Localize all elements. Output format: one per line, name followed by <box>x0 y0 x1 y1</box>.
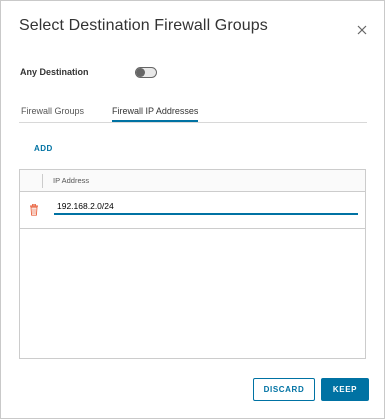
any-destination-label: Any Destination <box>20 67 89 77</box>
column-divider <box>42 174 43 188</box>
ip-address-input[interactable] <box>54 198 358 215</box>
tab-bar: Firewall Groups Firewall IP Addresses <box>19 104 367 123</box>
toggle-knob <box>136 68 145 77</box>
keep-button[interactable]: KEEP <box>321 378 369 401</box>
dialog-title: Select Destination Firewall Groups <box>19 17 268 34</box>
any-destination-toggle[interactable] <box>135 67 157 78</box>
select-destination-dialog: Select Destination Firewall Groups Any D… <box>0 0 385 419</box>
close-icon <box>357 25 367 35</box>
delete-row-button[interactable] <box>29 203 39 216</box>
column-header-ip-address: IP Address <box>53 176 90 185</box>
close-button[interactable] <box>356 23 368 35</box>
table-row <box>20 192 365 229</box>
add-button[interactable]: ADD <box>34 144 53 153</box>
grid-header: IP Address <box>20 170 365 192</box>
discard-button[interactable]: DISCARD <box>253 378 315 401</box>
tab-firewall-groups[interactable]: Firewall Groups <box>21 106 84 120</box>
trash-icon <box>30 203 38 216</box>
tab-firewall-ip-addresses[interactable]: Firewall IP Addresses <box>112 106 199 122</box>
ip-address-grid: IP Address <box>19 169 366 359</box>
